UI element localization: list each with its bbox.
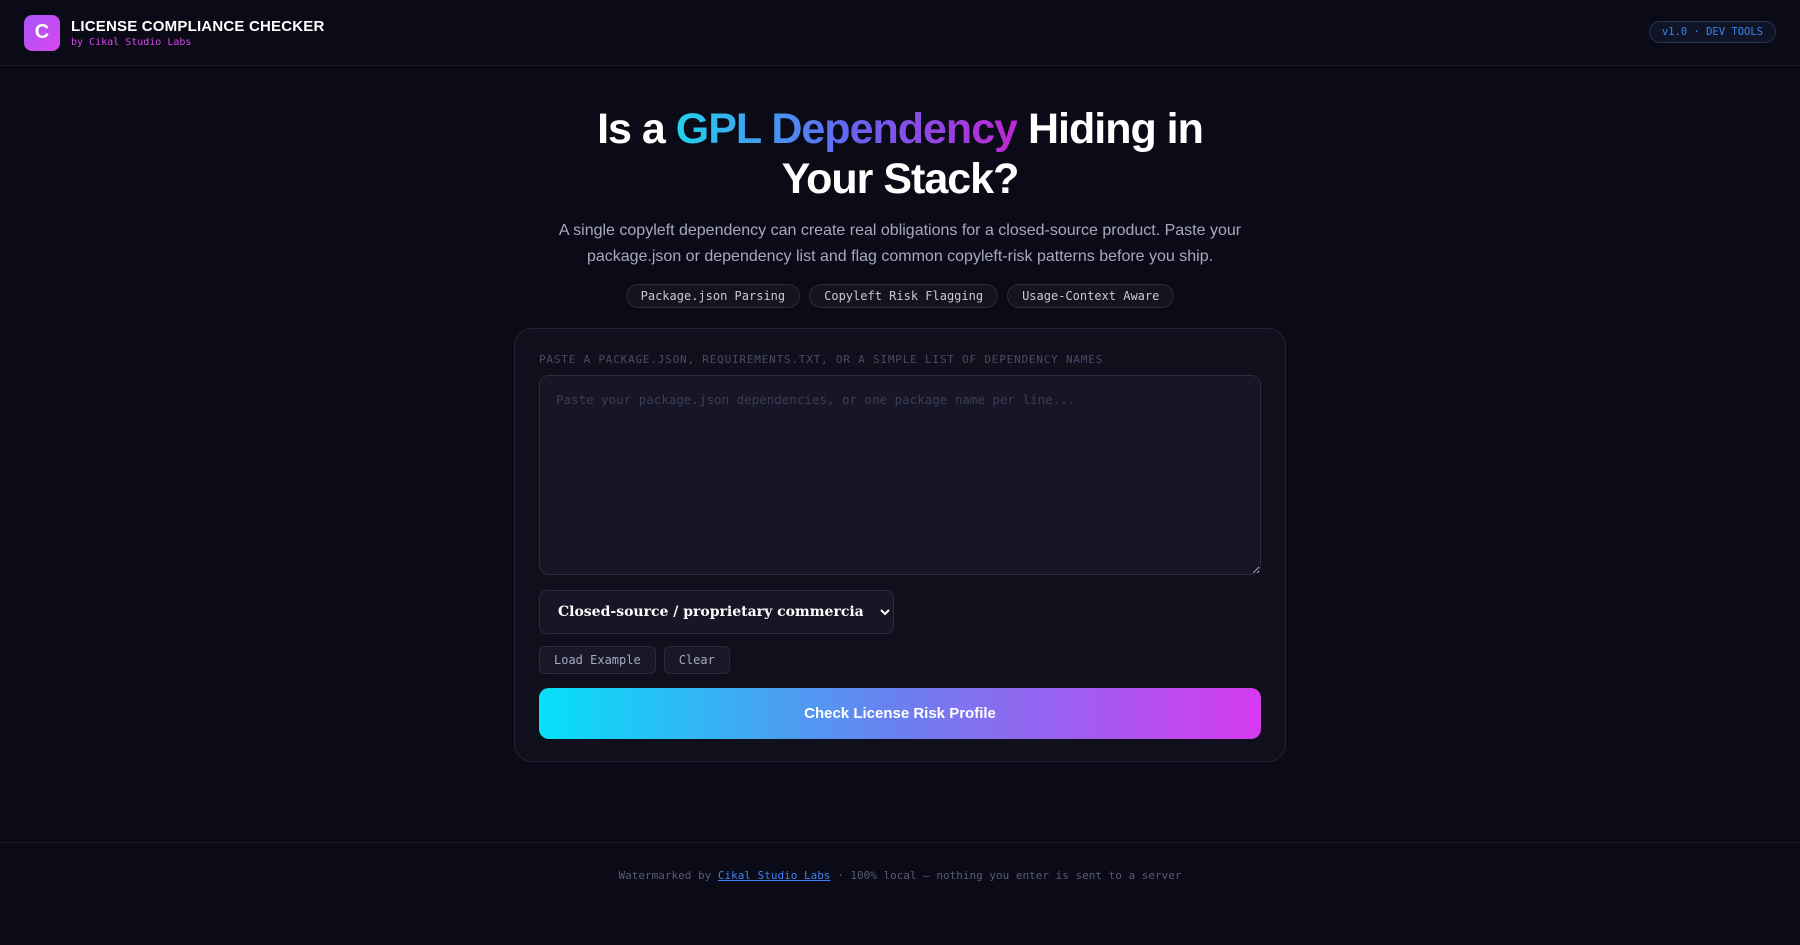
load-example-button[interactable]: Load Example [539, 646, 656, 674]
hero-title: Is a GPL Dependency Hiding in Your Stack… [550, 104, 1250, 204]
usage-context-select[interactable]: Closed-source / proprietary commercial [539, 590, 894, 634]
input-label: PASTE A PACKAGE.JSON, REQUIREMENTS.TXT, … [539, 353, 1104, 366]
app-title: LICENSE COMPLIANCE CHECKER [71, 17, 325, 35]
footer-suffix: · 100% local — nothing you enter is sent… [830, 869, 1182, 882]
studio-link[interactable]: Cikal Studio Labs [718, 869, 831, 882]
brand: LICENSE COMPLIANCE CHECKER by Cikal Stud… [71, 18, 325, 48]
hero-description: A single copyleft dependency can create … [558, 222, 1242, 265]
feature-pill: Package.json Parsing [625, 284, 801, 308]
app-header: C LICENSE COMPLIANCE CHECKER by Cikal St… [0, 0, 1800, 66]
hero-title-pre: Is a [597, 105, 676, 153]
footer-prefix: Watermarked by [618, 869, 718, 882]
hero-title-highlight: GPL Dependency [675, 105, 1018, 153]
feature-pill: Copyleft Risk Flagging [809, 284, 999, 308]
feature-pills: Package.json Parsing Copyleft Risk Flagg… [0, 284, 1800, 308]
feature-pill: Usage-Context Aware [1007, 284, 1175, 308]
dependency-input[interactable] [539, 375, 1261, 575]
app-logo: C [24, 14, 60, 51]
input-card: PASTE A PACKAGE.JSON, REQUIREMENTS.TXT, … [514, 328, 1286, 762]
logo-letter: C [34, 21, 50, 43]
clear-button[interactable]: Clear [663, 646, 730, 674]
check-license-button[interactable]: Check License Risk Profile [539, 688, 1261, 739]
version-badge: v1.0 · DEV TOOLS [1648, 21, 1776, 43]
app-subtitle: by Cikal Studio Labs [71, 36, 192, 48]
action-row: Load Example Clear [539, 646, 1261, 674]
hero-section: Is a GPL Dependency Hiding in Your Stack… [0, 104, 1800, 308]
footer: Watermarked by Cikal Studio Labs · 100% … [0, 842, 1800, 945]
